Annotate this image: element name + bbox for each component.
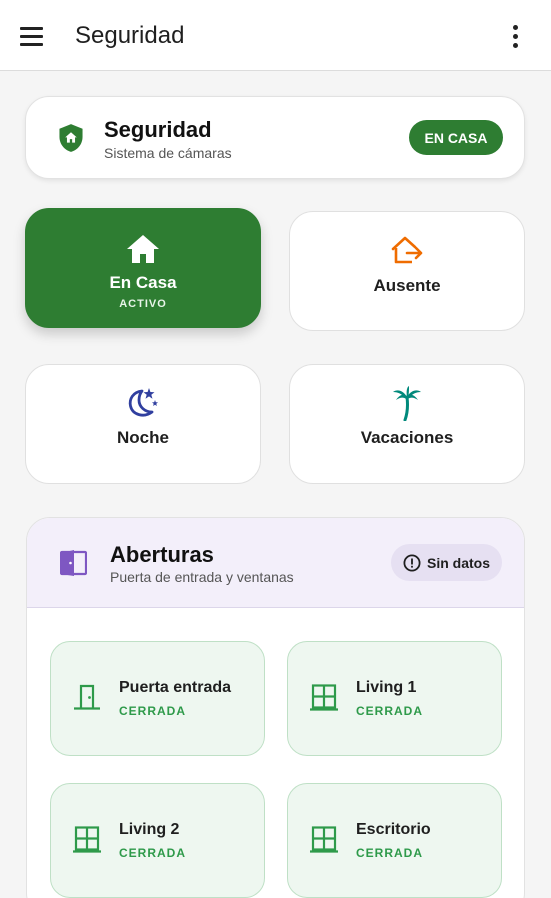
aberturas-card: Aberturas Puerta de entrada y ventanas S…	[26, 517, 525, 898]
palm-tree-icon	[393, 386, 421, 421]
mode-en-casa-button[interactable]: En Casa ACTIVO	[25, 208, 261, 328]
header-subtitle: Sistema de cámaras	[104, 145, 232, 161]
window-closed-icon	[73, 826, 101, 853]
sensor-name: Puerta entrada	[119, 679, 232, 696]
sensor-state: CERRADA	[119, 704, 186, 718]
aberturas-subtitle: Puerta de entrada y ventanas	[110, 569, 294, 585]
sensor-escritorio[interactable]: Escritorio CERRADA	[287, 783, 502, 898]
sensor-name: Escritorio	[356, 821, 431, 838]
mode-label: Vacaciones	[360, 428, 454, 447]
door-open-icon	[60, 550, 87, 576]
aberturas-title: Aberturas	[110, 542, 214, 567]
home-icon	[127, 235, 159, 263]
door-closed-icon	[74, 684, 100, 710]
sensor-living-2[interactable]: Living 2 CERRADA	[50, 783, 265, 898]
mode-vacaciones-button[interactable]: Vacaciones	[289, 364, 525, 484]
home-export-icon	[391, 236, 423, 264]
window-closed-icon	[310, 826, 338, 853]
sensor-name: Living 2	[119, 821, 180, 838]
sin-datos-label: Sin datos	[426, 554, 490, 571]
security-header-card: Seguridad Sistema de cámaras EN CASA	[25, 96, 525, 179]
mode-active-label: ACTIVO	[119, 298, 167, 310]
mode-label: Noche	[117, 428, 169, 447]
sensor-living-1[interactable]: Living 1 CERRADA	[287, 641, 502, 756]
window-closed-icon	[310, 684, 338, 711]
sensor-state: CERRADA	[356, 704, 423, 718]
mode-noche-button[interactable]: Noche	[25, 364, 261, 484]
aberturas-header: Aberturas Puerta de entrada y ventanas S…	[27, 518, 524, 608]
mode-label: En Casa	[109, 273, 177, 292]
sensor-state: CERRADA	[356, 846, 423, 860]
moon-stars-icon	[128, 388, 158, 417]
sensor-puerta-entrada[interactable]: Puerta entrada CERRADA	[50, 641, 265, 756]
sin-datos-badge[interactable]: Sin datos	[391, 544, 502, 581]
mode-ausente-button[interactable]: Ausente	[289, 211, 525, 331]
shield-home-icon	[59, 124, 83, 152]
header-title: Seguridad	[104, 117, 212, 142]
sensor-name: Living 1	[356, 679, 417, 696]
alert-circle-icon	[403, 554, 421, 571]
status-badge[interactable]: EN CASA	[409, 120, 503, 155]
more-vert-icon[interactable]	[503, 22, 527, 50]
sensor-state: CERRADA	[119, 846, 186, 860]
page-title: Seguridad	[75, 22, 185, 49]
menu-icon[interactable]	[20, 22, 50, 50]
mode-label: Ausente	[373, 276, 441, 295]
app-bar: Seguridad	[0, 0, 551, 71]
